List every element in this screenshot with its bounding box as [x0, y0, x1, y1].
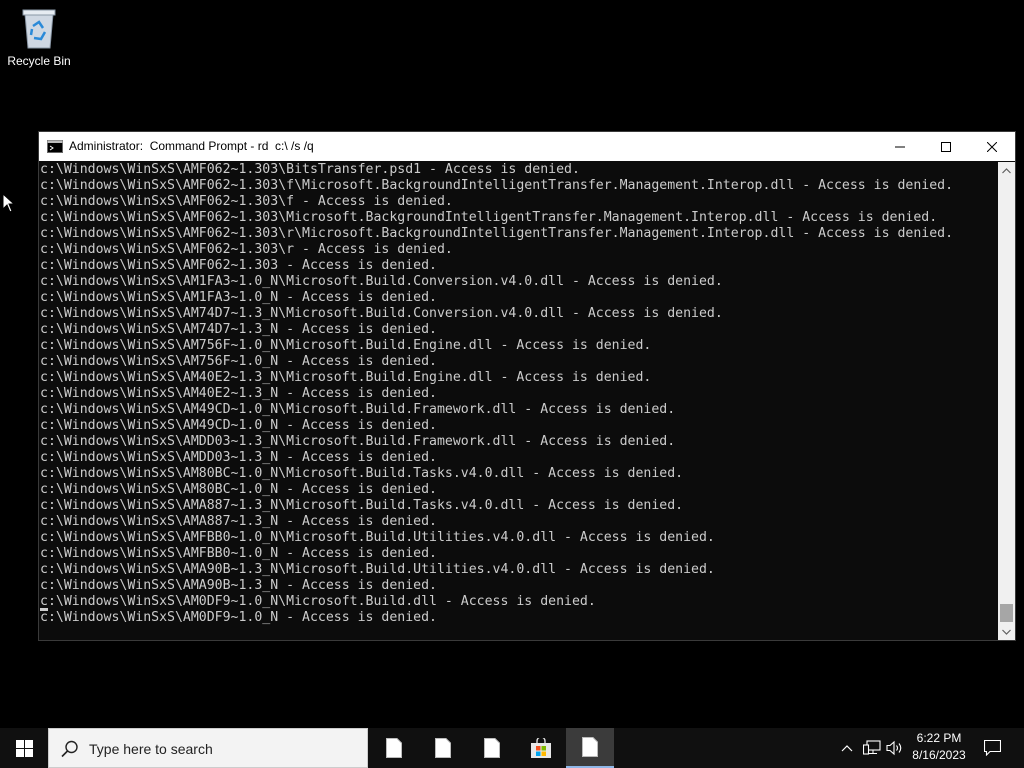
- volume-icon: [886, 740, 902, 756]
- minimize-icon: [895, 146, 905, 147]
- start-button[interactable]: [0, 728, 48, 768]
- file-icon: [386, 738, 402, 758]
- minimize-button[interactable]: [877, 132, 923, 161]
- taskbar-search-box[interactable]: Type here to search: [48, 728, 368, 768]
- text-cursor: [40, 608, 48, 611]
- taskbar-clock[interactable]: 6:22 PM 8/16/2023: [908, 730, 970, 764]
- mouse-cursor-icon: [2, 193, 14, 213]
- taskbar-app-file-active[interactable]: [566, 728, 614, 768]
- console-line: c:\Windows\WinSxS\AMA887~1.3_N\Microsoft…: [40, 498, 684, 513]
- console-line: c:\Windows\WinSxS\AMF062~1.303 - Access …: [40, 258, 437, 273]
- console-line: c:\Windows\WinSxS\AM80BC~1.0_N\Microsoft…: [40, 466, 684, 481]
- console-line: c:\Windows\WinSxS\AM1FA3~1.0_N\Microsoft…: [40, 274, 723, 289]
- scroll-up-button[interactable]: [998, 162, 1015, 179]
- chevron-up-icon: [1002, 167, 1011, 173]
- console-line: c:\Windows\WinSxS\AM74D7~1.3_N\Microsoft…: [40, 306, 723, 321]
- console-line: c:\Windows\WinSxS\AMF062~1.303\r\Microso…: [40, 226, 954, 241]
- console-line: c:\Windows\WinSxS\AM49CD~1.0_N\Microsoft…: [40, 402, 676, 417]
- file-icon: [484, 738, 500, 758]
- vertical-scrollbar[interactable]: [998, 162, 1015, 640]
- window-titlebar[interactable]: Administrator: Command Prompt - rd c:\ /…: [39, 132, 1015, 161]
- console-line: c:\Windows\WinSxS\AM80BC~1.0_N - Access …: [40, 482, 437, 497]
- command-prompt-icon: [47, 140, 63, 153]
- search-placeholder: Type here to search: [89, 741, 213, 757]
- console-output[interactable]: c:\Windows\WinSxS\AMF062~1.303\BitsTrans…: [40, 162, 998, 640]
- maximize-button[interactable]: [923, 132, 969, 161]
- notification-icon: [983, 740, 1001, 756]
- command-prompt-window[interactable]: Administrator: Command Prompt - rd c:\ /…: [38, 131, 1016, 641]
- network-button[interactable]: [860, 728, 884, 768]
- clock-time: 6:22 PM: [916, 731, 962, 745]
- taskbar-app-file-2[interactable]: [419, 728, 467, 768]
- console-line: c:\Windows\WinSxS\AM1FA3~1.0_N - Access …: [40, 290, 437, 305]
- file-icon: [435, 738, 451, 758]
- console-line: c:\Windows\WinSxS\AMDD03~1.3_N - Access …: [40, 450, 437, 465]
- console-line: c:\Windows\WinSxS\AMA90B~1.3_N\Microsoft…: [40, 562, 715, 577]
- recycle-bin-desktop-icon[interactable]: Recycle Bin: [4, 6, 74, 68]
- show-hidden-icons-button[interactable]: [836, 728, 858, 768]
- console-line: c:\Windows\WinSxS\AMFBB0~1.0_N - Access …: [40, 546, 437, 561]
- close-button[interactable]: [969, 132, 1015, 161]
- console-line: c:\Windows\WinSxS\AMF062~1.303\BitsTrans…: [40, 162, 580, 177]
- console-line: c:\Windows\WinSxS\AMF062~1.303\f - Acces…: [40, 194, 453, 209]
- taskbar-app-store[interactable]: [517, 728, 565, 768]
- taskbar-app-file-1[interactable]: [370, 728, 418, 768]
- clock-date: 8/16/2023: [912, 748, 966, 762]
- console-line: c:\Windows\WinSxS\AMA887~1.3_N - Access …: [40, 514, 437, 529]
- maximize-icon: [941, 141, 951, 152]
- console-line: c:\Windows\WinSxS\AMF062~1.303\Microsoft…: [40, 210, 938, 225]
- chevron-down-icon: [1002, 629, 1011, 635]
- network-icon: [863, 740, 881, 755]
- console-line: c:\Windows\WinSxS\AMDD03~1.3_N\Microsoft…: [40, 434, 676, 449]
- console-line: c:\Windows\WinSxS\AMF062~1.303\f\Microso…: [40, 178, 954, 193]
- store-icon: [531, 738, 551, 758]
- scroll-down-button[interactable]: [998, 623, 1015, 640]
- windows-logo-icon: [15, 739, 33, 757]
- taskbar-app-file-3[interactable]: [468, 728, 516, 768]
- console-line: c:\Windows\WinSxS\AM756F~1.0_N\Microsoft…: [40, 338, 652, 353]
- console-line: c:\Windows\WinSxS\AM0DF9~1.0_N - Access …: [40, 610, 437, 625]
- search-icon: [61, 740, 78, 758]
- console-line: c:\Windows\WinSxS\AM40E2~1.3_N\Microsoft…: [40, 370, 652, 385]
- chevron-up-icon: [841, 745, 853, 752]
- recycle-bin-icon: [22, 9, 56, 49]
- console-line: c:\Windows\WinSxS\AM74D7~1.3_N - Access …: [40, 322, 437, 337]
- console-line: c:\Windows\WinSxS\AM0DF9~1.0_N\Microsoft…: [40, 594, 596, 609]
- console-line: c:\Windows\WinSxS\AMF062~1.303\r - Acces…: [40, 242, 453, 257]
- console-line: c:\Windows\WinSxS\AM40E2~1.3_N - Access …: [40, 386, 437, 401]
- console-line: c:\Windows\WinSxS\AM49CD~1.0_N - Access …: [40, 418, 437, 433]
- console-line: c:\Windows\WinSxS\AMA90B~1.3_N - Access …: [40, 578, 437, 593]
- close-icon: [987, 141, 997, 152]
- window-title: Administrator: Command Prompt - rd c:\ /…: [69, 139, 314, 153]
- scrollbar-thumb[interactable]: [1000, 604, 1013, 622]
- taskbar: Type here to search 6:22 PM 8/16/2023: [0, 728, 1024, 768]
- console-line: c:\Windows\WinSxS\AMFBB0~1.0_N\Microsoft…: [40, 530, 715, 545]
- file-icon: [582, 737, 598, 757]
- notification-center-button[interactable]: [978, 728, 1006, 768]
- recycle-bin-label: Recycle Bin: [7, 54, 71, 68]
- volume-button[interactable]: [884, 728, 906, 768]
- console-line: c:\Windows\WinSxS\AM756F~1.0_N - Access …: [40, 354, 437, 369]
